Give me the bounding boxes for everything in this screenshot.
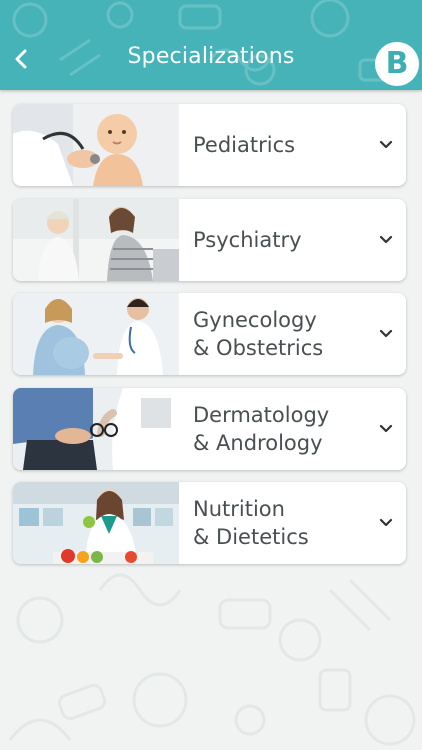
chevron-down-icon[interactable] <box>378 421 394 437</box>
specialization-list: Pediatrics Psychiatry Gynecology & Obste… <box>13 104 406 577</box>
chevron-down-icon[interactable] <box>378 137 394 153</box>
chevron-down-icon[interactable] <box>378 515 394 531</box>
dermatology-consult-photo <box>13 387 179 470</box>
app-logo[interactable]: B <box>375 42 419 86</box>
specialization-label: Pediatrics <box>193 133 296 157</box>
chevron-down-icon[interactable] <box>378 232 394 248</box>
specialization-card-dermatology[interactable]: Dermatology & Andrology <box>13 387 406 470</box>
specialization-card-psychiatry[interactable]: Psychiatry <box>13 198 406 281</box>
baby-checkup-photo <box>13 104 179 186</box>
specialization-label: Dermatology & Andrology <box>193 402 330 455</box>
chevron-down-icon[interactable] <box>378 326 394 342</box>
specialization-label: Nutrition & Dietetics <box>193 497 309 550</box>
specialization-label: Psychiatry <box>193 227 302 252</box>
pregnant-patient-photo <box>13 293 179 376</box>
specialization-card-pediatrics[interactable]: Pediatrics <box>13 104 406 186</box>
page-title: Specializations <box>127 44 295 69</box>
logo-letter: B <box>385 46 409 81</box>
specialization-card-gynecology[interactable]: Gynecology & Obstetrics <box>13 293 406 376</box>
counseling-session-photo <box>13 198 179 281</box>
specialization-card-nutrition[interactable]: Nutrition & Dietetics <box>13 482 406 565</box>
specialization-label: Gynecology & Obstetrics <box>193 308 324 361</box>
nutritionist-photo <box>13 482 179 565</box>
app-header: Specializations B <box>0 0 422 90</box>
